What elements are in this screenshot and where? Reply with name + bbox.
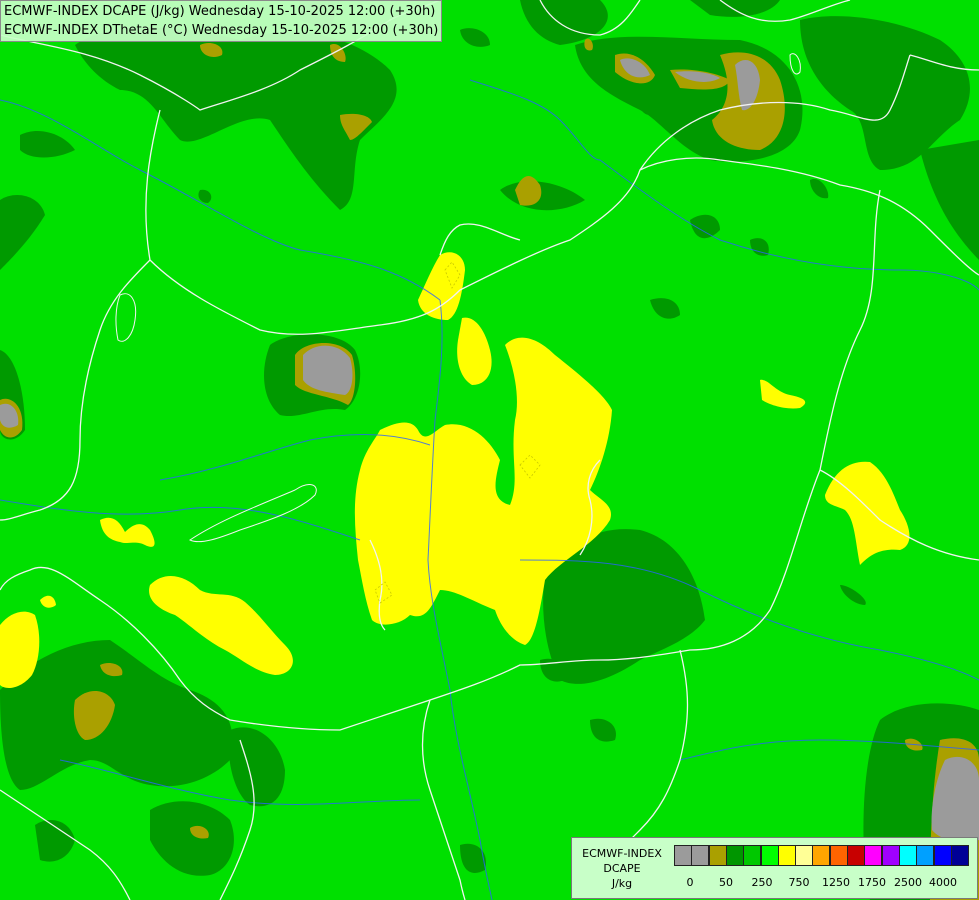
dcape-map [0, 0, 979, 900]
map-title-box: ECMWF-INDEX DCAPE (J/kg) Wednesday 15-10… [0, 0, 443, 42]
legend-label-unit: J/kg [611, 877, 633, 890]
legend-swatch [795, 845, 814, 866]
legend-swatch [881, 845, 900, 866]
legend-tick-label: 1750 [858, 876, 886, 889]
map-title-line1: ECMWF-INDEX DCAPE (J/kg) Wednesday 15-10… [4, 4, 436, 19]
legend-tick-label: 50 [719, 876, 733, 889]
legend-swatch [847, 845, 865, 866]
legend-label: ECMWF-INDEX DCAPE J/kg [576, 846, 668, 891]
legend-swatch [760, 845, 779, 866]
legend-swatch [743, 845, 762, 866]
legend-swatch [898, 845, 917, 866]
color-legend: ECMWF-INDEX DCAPE J/kg 0 50 250 750 1250 1750… [571, 837, 978, 899]
legend-swatch [674, 845, 692, 866]
legend-tick-label: 250 [751, 876, 773, 889]
legend-swatch [691, 845, 710, 866]
legend-swatch [812, 845, 831, 866]
legend-tick-label: 4000 [929, 876, 957, 889]
legend-label-variable: DCAPE [603, 862, 641, 875]
legend-tick-label: 1250 [822, 876, 850, 889]
legend-swatch [864, 845, 883, 866]
legend-swatch [725, 845, 744, 866]
legend-swatch [916, 845, 935, 866]
legend-tick-label: 2500 [894, 876, 922, 889]
legend-label-model: ECMWF-INDEX [582, 847, 662, 860]
legend-swatch [950, 845, 969, 866]
legend-tick-label: 0 [686, 876, 694, 889]
map-title-line2: ECMWF-INDEX DThetaE (°C) Wednesday 15-10… [4, 23, 439, 38]
legend-swatch [829, 845, 848, 866]
legend-tick-label: 750 [788, 876, 810, 889]
legend-swatch [777, 845, 796, 866]
legend-swatch [708, 845, 727, 866]
legend-swatch [933, 845, 952, 866]
